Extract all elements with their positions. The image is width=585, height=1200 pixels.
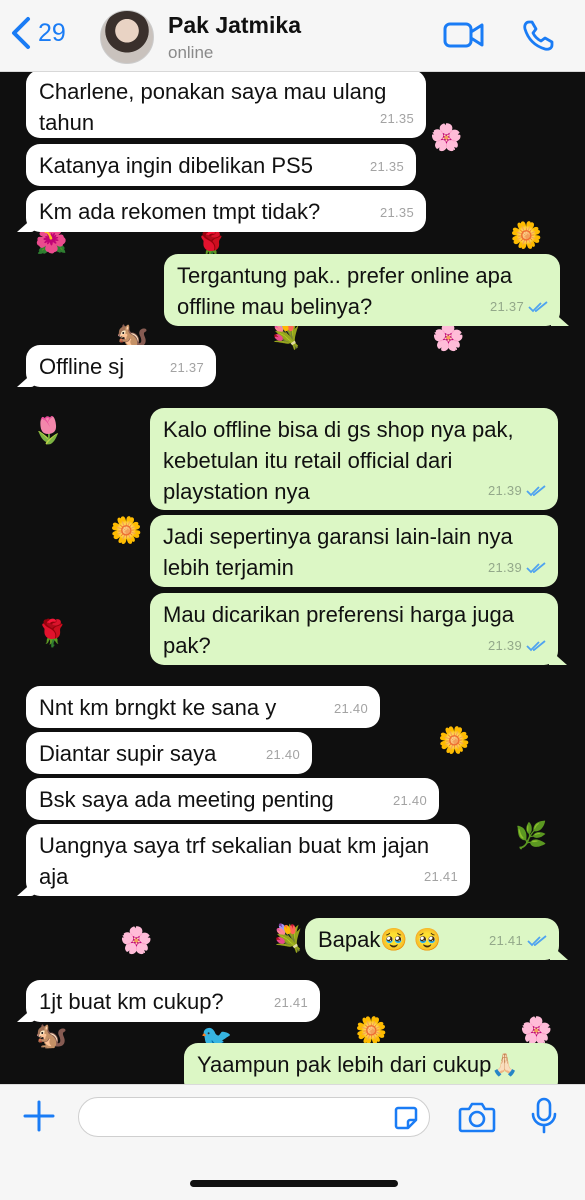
- message-time: 21.41: [273, 995, 308, 1010]
- message-meta: 21.37: [490, 291, 548, 322]
- flower-doodle: 💐: [272, 923, 305, 953]
- message-text: Km ada rekomen tmpt tidak?: [39, 199, 321, 224]
- video-call-icon[interactable]: [443, 20, 485, 50]
- double-check-icon: [527, 934, 547, 946]
- message-text: Katanya ingin dibelikan PS5: [39, 153, 313, 178]
- message-bubble-outgoing[interactable]: Tergantung pak.. prefer online apa offli…: [164, 254, 560, 326]
- message-bubble-outgoing[interactable]: Kalo offline bisa di gs shop nya pak, ke…: [150, 408, 558, 510]
- unread-count: 29: [38, 18, 66, 47]
- message-bubble-outgoing[interactable]: Bapak🥹 🥹 21.41: [305, 918, 559, 960]
- double-check-icon: [526, 561, 546, 573]
- flower-doodle: 🌷: [32, 415, 65, 445]
- message-time: 21.40: [333, 701, 368, 716]
- message-text: Charlene, ponakan saya mau ulang tahun: [39, 79, 387, 135]
- message-meta: 21.41: [489, 925, 547, 956]
- message-bubble-incoming[interactable]: Nnt km brngkt ke sana y 21.40: [26, 686, 380, 728]
- message-bubble-incoming[interactable]: Charlene, ponakan saya mau ulang tahun 2…: [26, 72, 426, 138]
- squirrel-doodle: 🐿️: [35, 1020, 68, 1050]
- message-bubble-outgoing[interactable]: Yaampun pak lebih dari cukup🙏🏻: [184, 1043, 558, 1084]
- message-text: Yaampun pak lebih dari cukup🙏🏻: [197, 1052, 519, 1077]
- sticker-icon[interactable]: [393, 1105, 419, 1131]
- camera-icon[interactable]: [458, 1101, 496, 1133]
- message-bubble-incoming[interactable]: Uangnya saya trf sekalian buat km jajan …: [26, 824, 470, 896]
- contact-name[interactable]: Pak Jatmika: [168, 12, 301, 39]
- chevron-left-icon: [12, 17, 30, 49]
- message-bubble-incoming[interactable]: 1jt buat km cukup? 21.41: [26, 980, 320, 1022]
- message-time: 21.41: [423, 869, 458, 884]
- double-check-icon: [526, 639, 546, 651]
- flower-doodle: 🌸: [120, 925, 153, 955]
- contact-avatar[interactable]: [100, 10, 154, 64]
- flower-doodle: 🌹: [36, 618, 69, 648]
- double-check-icon: [528, 300, 548, 312]
- flower-doodle: 🌿: [515, 820, 548, 850]
- message-bubble-incoming[interactable]: Diantar supir saya 21.40: [26, 732, 312, 774]
- message-text: 1jt buat km cukup?: [39, 989, 224, 1014]
- message-bubble-incoming[interactable]: Km ada rekomen tmpt tidak? 21.35: [26, 190, 426, 232]
- message-input[interactable]: [78, 1097, 430, 1137]
- message-bubble-outgoing[interactable]: Mau dicarikan preferensi harga juga pak?…: [150, 593, 558, 665]
- message-text: Nnt km brngkt ke sana y: [39, 695, 277, 720]
- flower-doodle: 🌼: [110, 515, 143, 545]
- message-bubble-incoming[interactable]: Offline sj 21.37: [26, 345, 216, 387]
- double-check-icon: [526, 484, 546, 496]
- home-indicator[interactable]: [190, 1180, 398, 1187]
- flower-doodle: 🌸: [432, 322, 465, 352]
- flower-doodle: 🌸: [430, 122, 463, 152]
- message-time: 21.41: [488, 933, 523, 948]
- flower-doodle: 🌼: [510, 220, 543, 250]
- microphone-icon[interactable]: [530, 1097, 558, 1135]
- message-time: 21.37: [169, 360, 204, 375]
- message-text: Bsk saya ada meeting penting: [39, 787, 334, 812]
- message-meta: 21.39: [488, 630, 546, 661]
- phone-icon[interactable]: [521, 19, 555, 53]
- message-time: 21.40: [392, 793, 427, 808]
- message-bubble-incoming[interactable]: Katanya ingin dibelikan PS5 21.35: [26, 144, 416, 186]
- message-text: Diantar supir saya: [39, 741, 217, 766]
- message-time: 21.39: [487, 638, 522, 653]
- message-bubble-incoming[interactable]: Bsk saya ada meeting penting 21.40: [26, 778, 439, 820]
- plus-icon[interactable]: [22, 1099, 56, 1133]
- message-time: 21.40: [265, 747, 300, 762]
- message-time: 21.39: [487, 560, 522, 575]
- message-time: 21.35: [379, 205, 414, 220]
- back-button[interactable]: 29: [8, 16, 66, 50]
- flower-doodle: 🌼: [438, 725, 471, 755]
- chat-header: 29 Pak Jatmika online: [0, 0, 585, 72]
- message-time: 21.39: [487, 483, 522, 498]
- flower-doodle: 🌼: [355, 1015, 388, 1045]
- contact-status: online: [168, 43, 214, 62]
- message-time: 21.37: [489, 299, 524, 314]
- message-meta: 21.39: [488, 475, 546, 506]
- message-time: 21.35: [369, 159, 404, 174]
- message-time: 21.35: [379, 111, 414, 126]
- message-meta: 21.39: [488, 552, 546, 583]
- message-bubble-outgoing[interactable]: Jadi sepertinya garansi lain-lain nya le…: [150, 515, 558, 587]
- chat-area[interactable]: 🌸 🌼 🌺 🌹 💐 🌸 🐿️ 🌷 🌼 🌹 🌼 🌿 🌸 💐 🐿️ 🌼 🌸 🐦 Ch…: [0, 72, 585, 1084]
- flower-doodle: 🌸: [520, 1015, 553, 1045]
- message-text: Uangnya saya trf sekalian buat km jajan …: [39, 833, 430, 889]
